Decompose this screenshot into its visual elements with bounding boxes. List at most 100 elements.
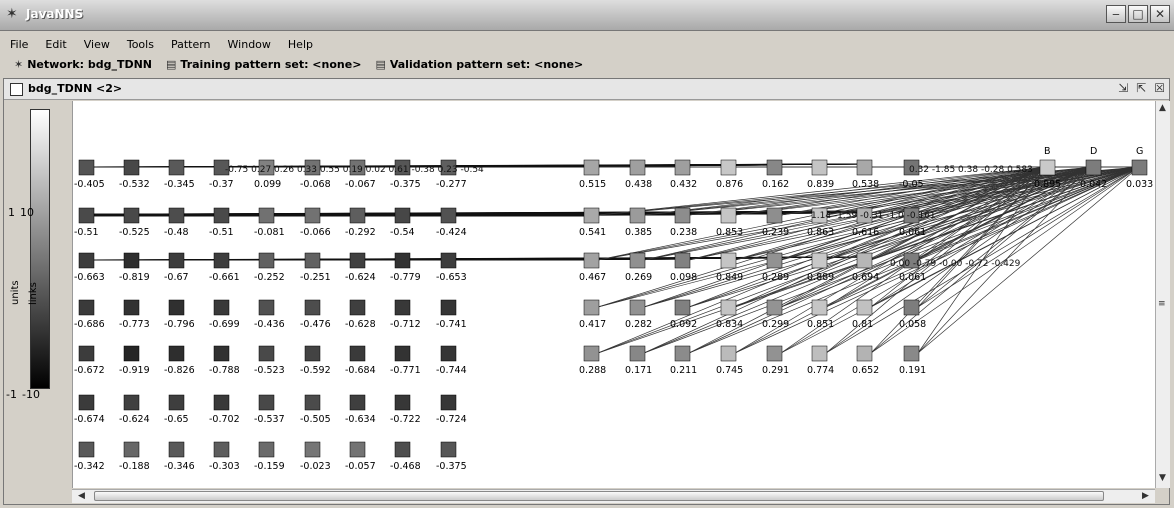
- unit: [213, 299, 230, 316]
- output-label: B: [1044, 146, 1051, 157]
- unit: [766, 159, 783, 176]
- unit-value: -0.51: [209, 227, 234, 238]
- unit: [583, 299, 600, 316]
- unit: [856, 159, 873, 176]
- unit: [168, 394, 185, 411]
- unit: [78, 207, 95, 224]
- unit-value: -0.05: [899, 179, 924, 190]
- menu-file[interactable]: File: [0, 36, 35, 54]
- links-axis-label: links: [28, 282, 39, 305]
- unit: [349, 252, 366, 269]
- scroll-grip-icon[interactable]: ≡: [1158, 299, 1166, 309]
- unit-value: -0.796: [164, 319, 195, 330]
- maximize-icon[interactable]: □: [1128, 5, 1148, 23]
- inner-title-bar: bdg_TDNN <2> ⇲ ⇱ ☒: [4, 79, 1169, 100]
- unit: [349, 299, 366, 316]
- unit-value: 0.061: [899, 227, 926, 238]
- unit-value: -0.375: [390, 179, 421, 190]
- unit-value: 0.863: [807, 227, 834, 238]
- menu-pattern[interactable]: Pattern: [161, 36, 218, 54]
- unit: [766, 252, 783, 269]
- unit-value: -0.744: [436, 365, 467, 376]
- unit: [213, 252, 230, 269]
- unit-value: 0.876: [716, 179, 743, 190]
- unit-value: 0.171: [625, 365, 652, 376]
- unit-value: -0.303: [209, 461, 240, 472]
- unit-value: -0.634: [345, 414, 376, 425]
- unit: [394, 207, 411, 224]
- unit: [258, 394, 275, 411]
- output-unit: [1085, 159, 1102, 176]
- unit: [394, 394, 411, 411]
- menu-view[interactable]: View: [74, 36, 117, 54]
- unit: [394, 299, 411, 316]
- unit-value: 0.834: [716, 319, 743, 330]
- unit-value: -0.686: [74, 319, 105, 330]
- unit-value: -0.342: [74, 461, 105, 472]
- vertical-scrollbar[interactable]: ▲ ≡ ▼: [1155, 101, 1170, 488]
- unit-value: -0.023: [300, 461, 331, 472]
- unit: [903, 345, 920, 362]
- unit: [123, 207, 140, 224]
- horizontal-scroll-thumb[interactable]: [94, 491, 1104, 501]
- unit-value: -0.436: [254, 319, 285, 330]
- unit-value: -0.663: [74, 272, 105, 283]
- minimize-icon[interactable]: ‒: [1106, 5, 1126, 23]
- unit-value: 0.191: [899, 365, 926, 376]
- unit-value: -0.081: [254, 227, 285, 238]
- unit-value: 0.851: [807, 319, 834, 330]
- unit: [811, 159, 828, 176]
- unit: [349, 345, 366, 362]
- unit-value: -0.523: [254, 365, 285, 376]
- unit-value: -0.424: [436, 227, 467, 238]
- close-icon[interactable]: ✕: [1150, 5, 1170, 23]
- unit: [674, 299, 691, 316]
- unit-value: 0.282: [625, 319, 652, 330]
- window-controls: ‒ □ ✕: [1106, 5, 1170, 23]
- unit: [720, 207, 737, 224]
- scroll-down-icon[interactable]: ▼: [1159, 473, 1166, 483]
- unit: [440, 441, 457, 458]
- unit-value: -0.628: [345, 319, 376, 330]
- unit: [213, 441, 230, 458]
- scroll-left-icon[interactable]: ◀: [78, 491, 85, 501]
- scroll-right-icon[interactable]: ▶: [1142, 491, 1149, 501]
- links-bottom-label: -10: [22, 388, 40, 401]
- unit: [766, 299, 783, 316]
- unit: [78, 441, 95, 458]
- network-graph: -0.405 -0.532 -0.345 -0.37 0.099 -0.068 -0.067…: [74, 146, 1153, 472]
- unit-value: -0.672: [74, 365, 105, 376]
- maximize-icon[interactable]: ⇱: [1136, 81, 1146, 95]
- unit-value: 0.033: [1126, 179, 1153, 190]
- unit-value: 0.652: [852, 365, 879, 376]
- unit-value: 0.092: [670, 319, 697, 330]
- pattern-icon: ▤: [166, 58, 177, 71]
- unit: [629, 252, 646, 269]
- close-icon[interactable]: ☒: [1154, 81, 1165, 95]
- status-row: ✶ Network: bdg_TDNN ▤ Training pattern set…: [14, 56, 583, 74]
- unit: [394, 441, 411, 458]
- unit: [123, 345, 140, 362]
- unit: [213, 345, 230, 362]
- unit-value: -0.826: [164, 365, 195, 376]
- unit: [349, 441, 366, 458]
- unit: [258, 252, 275, 269]
- unit-value: 0.467: [579, 272, 606, 283]
- menu-window[interactable]: Window: [218, 36, 278, 54]
- menu-tools[interactable]: Tools: [117, 36, 161, 54]
- unit: [258, 441, 275, 458]
- menu-help[interactable]: Help: [278, 36, 320, 54]
- unit-value: -0.712: [390, 319, 421, 330]
- restore-icon[interactable]: ⇲: [1118, 81, 1128, 95]
- document-icon: [10, 83, 23, 96]
- unit-value: 0.417: [579, 319, 606, 330]
- unit-value: -0.346: [164, 461, 195, 472]
- unit: [394, 252, 411, 269]
- horizontal-scrollbar[interactable]: ◀ ▶: [72, 489, 1155, 503]
- scroll-up-icon[interactable]: ▲: [1159, 103, 1166, 113]
- unit-value: 0.299: [762, 319, 789, 330]
- unit: [168, 441, 185, 458]
- network-canvas[interactable]: -0.405 -0.532 -0.345 -0.37 0.099 -0.068 -0.067…: [72, 101, 1155, 488]
- unit: [304, 252, 321, 269]
- menu-edit[interactable]: Edit: [35, 36, 73, 54]
